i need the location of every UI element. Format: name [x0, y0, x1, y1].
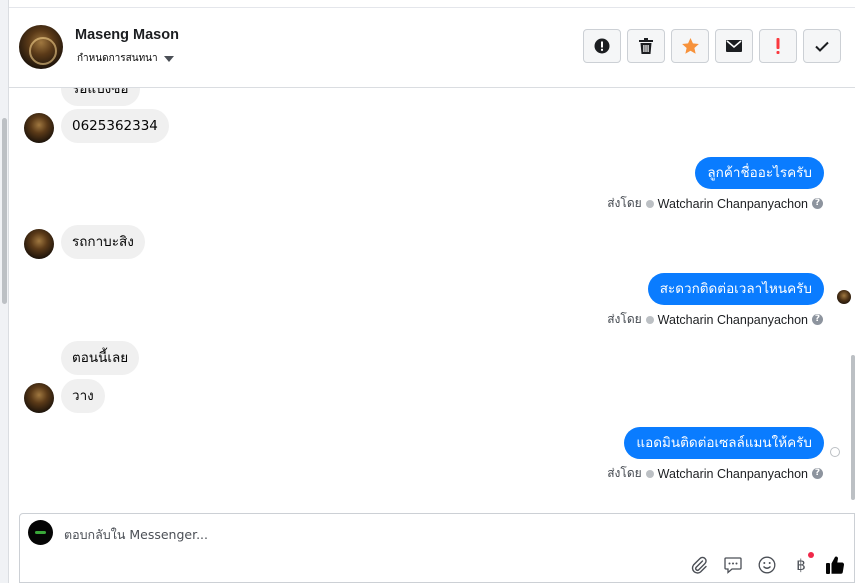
help-icon[interactable]: ? [812, 198, 823, 209]
envelope-icon [726, 40, 742, 52]
contact-avatar[interactable] [19, 25, 63, 69]
mark-unread-button[interactable] [715, 29, 753, 63]
incoming-message[interactable]: ตอนนี้เลย [61, 341, 140, 375]
sent-by-label: ส่งโดย [607, 196, 642, 210]
star-icon [681, 38, 699, 54]
check-circle-icon [645, 469, 654, 478]
sent-by-line: ส่งโดย Watcharin Chanpanyachon ? [607, 194, 823, 213]
payment-button[interactable]: ฿ [790, 552, 814, 576]
sent-by-label: ส่งโดย [607, 312, 642, 326]
incoming-message[interactable]: รถกาบะสิง [61, 225, 145, 259]
help-icon[interactable]: ? [812, 314, 823, 325]
sender-avatar[interactable] [24, 229, 54, 259]
conversation-header: Maseng Mason กำหนดการสนทนา [9, 8, 855, 88]
agent-name[interactable]: Watcharin Chanpanyachon [658, 467, 808, 481]
emoji-button[interactable] [756, 554, 778, 576]
top-strip [9, 0, 855, 8]
agent-name[interactable]: Watcharin Chanpanyachon [658, 313, 808, 327]
conversation-settings-label: กำหนดการสนทนา [77, 53, 158, 64]
smiley-icon [758, 556, 776, 574]
follow-up-button[interactable] [759, 29, 797, 63]
agent-name[interactable]: Watcharin Chanpanyachon [658, 197, 808, 211]
thread-scrollbar[interactable] [851, 355, 855, 500]
chat-bubble-icon [724, 556, 742, 574]
contact-name[interactable]: Maseng Mason [75, 27, 179, 43]
mark-spam-button[interactable] [583, 29, 621, 63]
paperclip-icon [691, 556, 707, 574]
composer-tools: ฿ [688, 552, 846, 576]
outgoing-message[interactable]: ลูกค้าชื่ออะไรครับ [695, 157, 824, 189]
delete-button[interactable] [627, 29, 665, 63]
saved-replies-button[interactable] [722, 554, 744, 576]
thumbs-up-icon [826, 556, 845, 574]
check-icon [815, 41, 829, 52]
sent-by-line: ส่งโดย Watcharin Chanpanyachon ? [607, 464, 823, 483]
left-scrollbar[interactable] [2, 118, 7, 304]
incoming-message[interactable]: รอแป้งซ่อ [61, 88, 140, 106]
outgoing-message[interactable]: แอดมินติดต่อเซลล์แมนให้ครับ [624, 427, 824, 459]
attach-button[interactable] [688, 554, 710, 576]
baht-icon: ฿ [796, 557, 806, 574]
read-receipt-avatar [837, 290, 851, 304]
sent-by-label: ส่งโดย [607, 466, 642, 480]
sender-avatar[interactable] [24, 113, 54, 143]
header-actions [583, 29, 841, 63]
exclamation-icon [776, 38, 780, 54]
delivered-icon [830, 447, 840, 457]
sent-by-line: ส่งโดย Watcharin Chanpanyachon ? [607, 310, 823, 329]
sender-avatar[interactable] [24, 383, 54, 413]
star-button[interactable] [671, 29, 709, 63]
reply-input[interactable] [64, 527, 664, 542]
reply-composer: ฿ [19, 513, 855, 583]
check-circle-icon [645, 315, 654, 324]
page-avatar [28, 520, 53, 545]
message-thread[interactable]: รอแป้งซ่อ 0625362334 ลูกค้าชื่ออะไรครับ … [9, 88, 851, 508]
outgoing-message[interactable]: สะดวกติดต่อเวลาไหนครับ [647, 273, 824, 305]
check-circle-icon [645, 199, 654, 208]
conversation-settings-dropdown[interactable]: กำหนดการสนทนา [77, 51, 174, 66]
help-icon[interactable]: ? [812, 468, 823, 479]
mark-done-button[interactable] [803, 29, 841, 63]
trash-icon [639, 38, 653, 54]
incoming-message[interactable]: วาง [61, 379, 105, 413]
caret-down-icon [163, 55, 174, 62]
notification-dot [808, 552, 814, 558]
incoming-message[interactable]: 0625362334 [61, 109, 169, 143]
spam-icon [594, 38, 610, 54]
like-button[interactable] [824, 554, 846, 576]
